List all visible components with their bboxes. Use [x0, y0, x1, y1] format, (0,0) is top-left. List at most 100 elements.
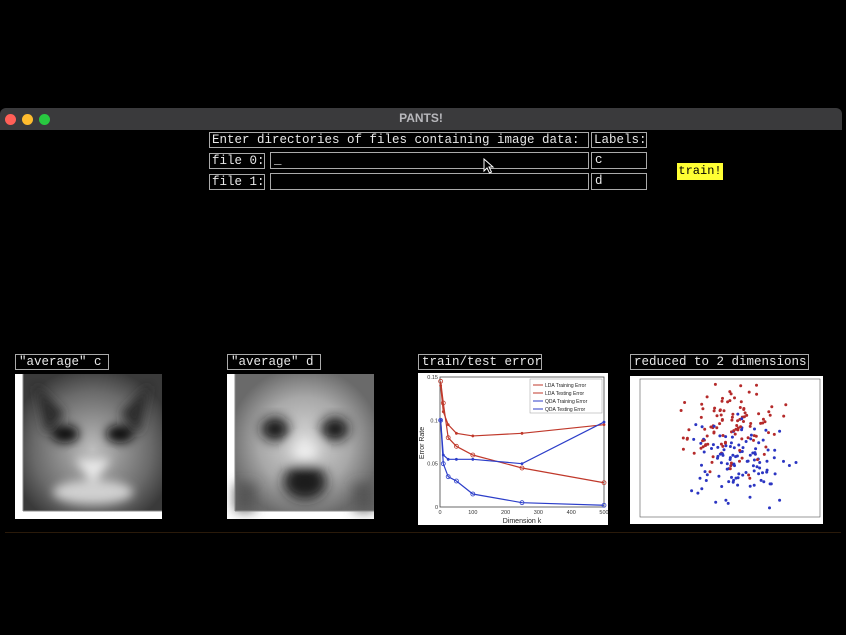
data-point [471, 434, 475, 438]
average-dog-image [227, 374, 374, 519]
scatter-point-d [754, 447, 758, 451]
scatter-point-c [711, 455, 715, 459]
scatter-point-d [748, 453, 752, 457]
scatter-point-d [728, 458, 732, 461]
y-tick-label: 0 [435, 505, 438, 511]
scatter-point-d [749, 437, 753, 441]
scatter-point-d [752, 458, 756, 462]
scatter-point-d [751, 464, 755, 468]
scatter-point-d [741, 473, 745, 477]
average-cat-image [15, 374, 162, 519]
data-point [520, 431, 524, 435]
scatter-point-c [720, 418, 724, 422]
file0-label: file 0: [209, 153, 265, 169]
scatter-point-c [736, 428, 740, 432]
scatter-point-c [715, 426, 719, 430]
scatter-point-d [716, 445, 720, 449]
scatter-point-d [740, 417, 744, 421]
x-tick-label: 400 [567, 510, 576, 516]
scatter-point-d [759, 478, 763, 482]
legend-entry: LDA Testing Error [545, 391, 584, 397]
scatter-point-d [720, 485, 724, 488]
error-plot-title: train/test error [418, 354, 542, 370]
scatter-point-c [738, 459, 741, 463]
scatter-point-c [712, 409, 716, 413]
scatter-point-d [730, 475, 733, 479]
scatter-point-c [742, 420, 745, 423]
x-tick-label: 100 [468, 510, 477, 516]
scatter-point-c [770, 405, 774, 409]
scatter-point-c [768, 413, 772, 417]
data-point [441, 410, 445, 414]
scatter-point-c [735, 424, 739, 427]
scatter-point-d [731, 453, 735, 457]
scatter-point-d [711, 443, 715, 447]
scatter-point-d [705, 473, 709, 477]
scatter-point-d [748, 484, 752, 488]
scatter-point-d [787, 464, 791, 467]
scatter-point-c [713, 406, 717, 410]
train-button[interactable]: train! [677, 163, 723, 180]
window-title: PANTS! [399, 111, 443, 125]
scatter-point-d [725, 462, 729, 466]
file1-label-input[interactable]: d [591, 173, 647, 190]
scatter-point-d [717, 474, 721, 478]
avg-c-title: "average" c [15, 354, 109, 370]
scatter-point-d [761, 438, 765, 442]
scatter-point-c [720, 399, 724, 403]
scatter-point-c [715, 414, 719, 418]
data-point [446, 423, 450, 427]
error-rate-chart: 0 100 200 300 400 500 0 0.05 0.1 0.15 LDA Trainin… [418, 373, 608, 525]
scatter-point-c [730, 415, 734, 419]
scatter-point-c [733, 396, 736, 400]
scatter-point-d [773, 448, 777, 452]
scatter-point-c [728, 467, 732, 471]
scatter-point-c [729, 464, 733, 468]
scatter-point-c [772, 432, 776, 436]
scatter-point-c [722, 409, 726, 413]
scatter-point-c [747, 473, 751, 477]
scatter-point-d [758, 466, 762, 470]
legend-entry: QDA Testing Error [545, 407, 586, 413]
data-point [439, 384, 443, 388]
scatter-point-d [762, 480, 766, 484]
scatter-point-d [753, 427, 756, 431]
scatter-point-c [705, 395, 709, 399]
data-point [455, 431, 458, 435]
scatter-point-d [748, 495, 752, 499]
scatter-point-d [766, 448, 770, 452]
scatter-point-d [696, 491, 700, 495]
scatter-point-d [712, 424, 716, 428]
scatter-point-d [778, 498, 782, 502]
scatter-point-c [748, 476, 752, 480]
scatter-point-d [729, 441, 733, 445]
scatter-point-c [710, 460, 714, 464]
scatter-point-c [767, 410, 771, 414]
y-tick-label: 0.05 [427, 462, 438, 468]
y-tick-label: 0.1 [430, 418, 438, 424]
scatter-point-d [694, 423, 698, 427]
scatter-point-c [748, 424, 752, 428]
scatter-point-d [794, 461, 798, 464]
scatter-point-c [752, 438, 755, 442]
scatter-point-c [700, 402, 704, 406]
scatter-point-c [718, 422, 722, 426]
x-tick-label: 200 [501, 510, 510, 516]
file1-path-input[interactable] [270, 173, 589, 190]
scatter-point-d [773, 472, 777, 476]
data-point [602, 423, 606, 427]
scatter-point-c [782, 414, 786, 418]
file0-path-input[interactable]: _ [270, 152, 589, 169]
scatter-point-c [764, 445, 768, 449]
scatter-point-d [765, 470, 769, 474]
scatter-point-c [757, 412, 761, 416]
scatter-point-d [744, 471, 748, 474]
scatter-point-d [724, 435, 728, 439]
scatter-point-c [699, 415, 703, 419]
scatter-point-c [692, 451, 696, 455]
file0-label-input[interactable]: c [591, 152, 647, 169]
legend-entry: QDA Training Error [545, 399, 588, 405]
scatter-point-d [724, 444, 728, 448]
scatter-point-c [681, 436, 685, 440]
scatter-point-c [739, 400, 743, 404]
